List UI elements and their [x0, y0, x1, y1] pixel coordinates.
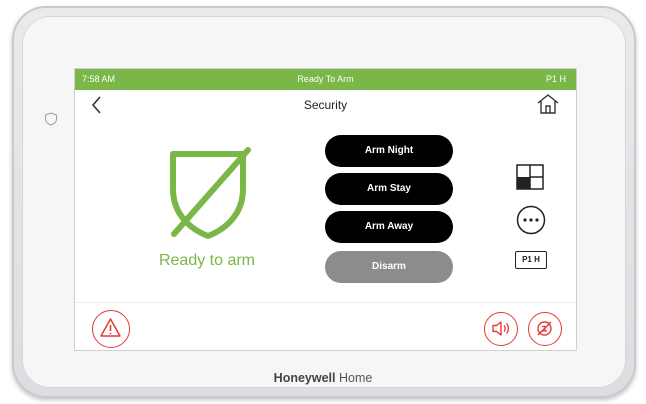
status-text: Ready To Arm	[297, 74, 354, 84]
page-title: Security	[303, 98, 348, 112]
home-icon[interactable]	[536, 93, 560, 115]
more-dots-icon[interactable]	[516, 205, 546, 235]
partition-badge[interactable]: P1 H	[515, 251, 547, 269]
warning-triangle-icon	[100, 318, 121, 337]
brand-suffix: Home	[338, 371, 373, 385]
arm-away-button[interactable]: Arm Away	[325, 211, 453, 243]
chime-off-icon	[537, 321, 552, 336]
title-bar: Security	[75, 90, 576, 120]
zones-grid-icon[interactable]	[516, 164, 544, 190]
arm-stay-button[interactable]: Arm Stay	[325, 173, 453, 205]
arm-night-button[interactable]: Arm Night	[325, 135, 453, 167]
status-partition: P1 H	[545, 74, 566, 84]
disarm-button[interactable]: Disarm	[325, 251, 453, 283]
chime-off-button[interactable]	[528, 312, 562, 346]
speaker-icon	[492, 321, 510, 336]
touch-screen: 7:58 AM Ready To Arm P1 H Security Ready…	[75, 69, 576, 350]
shield-slash-icon	[170, 147, 251, 239]
volume-button[interactable]	[484, 312, 518, 346]
brand-name: Honeywell	[273, 371, 336, 385]
brand-logo: Honeywell Home	[0, 371, 646, 385]
shield-sensor-icon	[45, 112, 57, 126]
panic-button[interactable]	[92, 310, 130, 348]
security-state-label: Ready to arm	[158, 252, 256, 269]
footer-divider	[75, 302, 576, 303]
status-bar: 7:58 AM Ready To Arm P1 H	[75, 69, 576, 90]
